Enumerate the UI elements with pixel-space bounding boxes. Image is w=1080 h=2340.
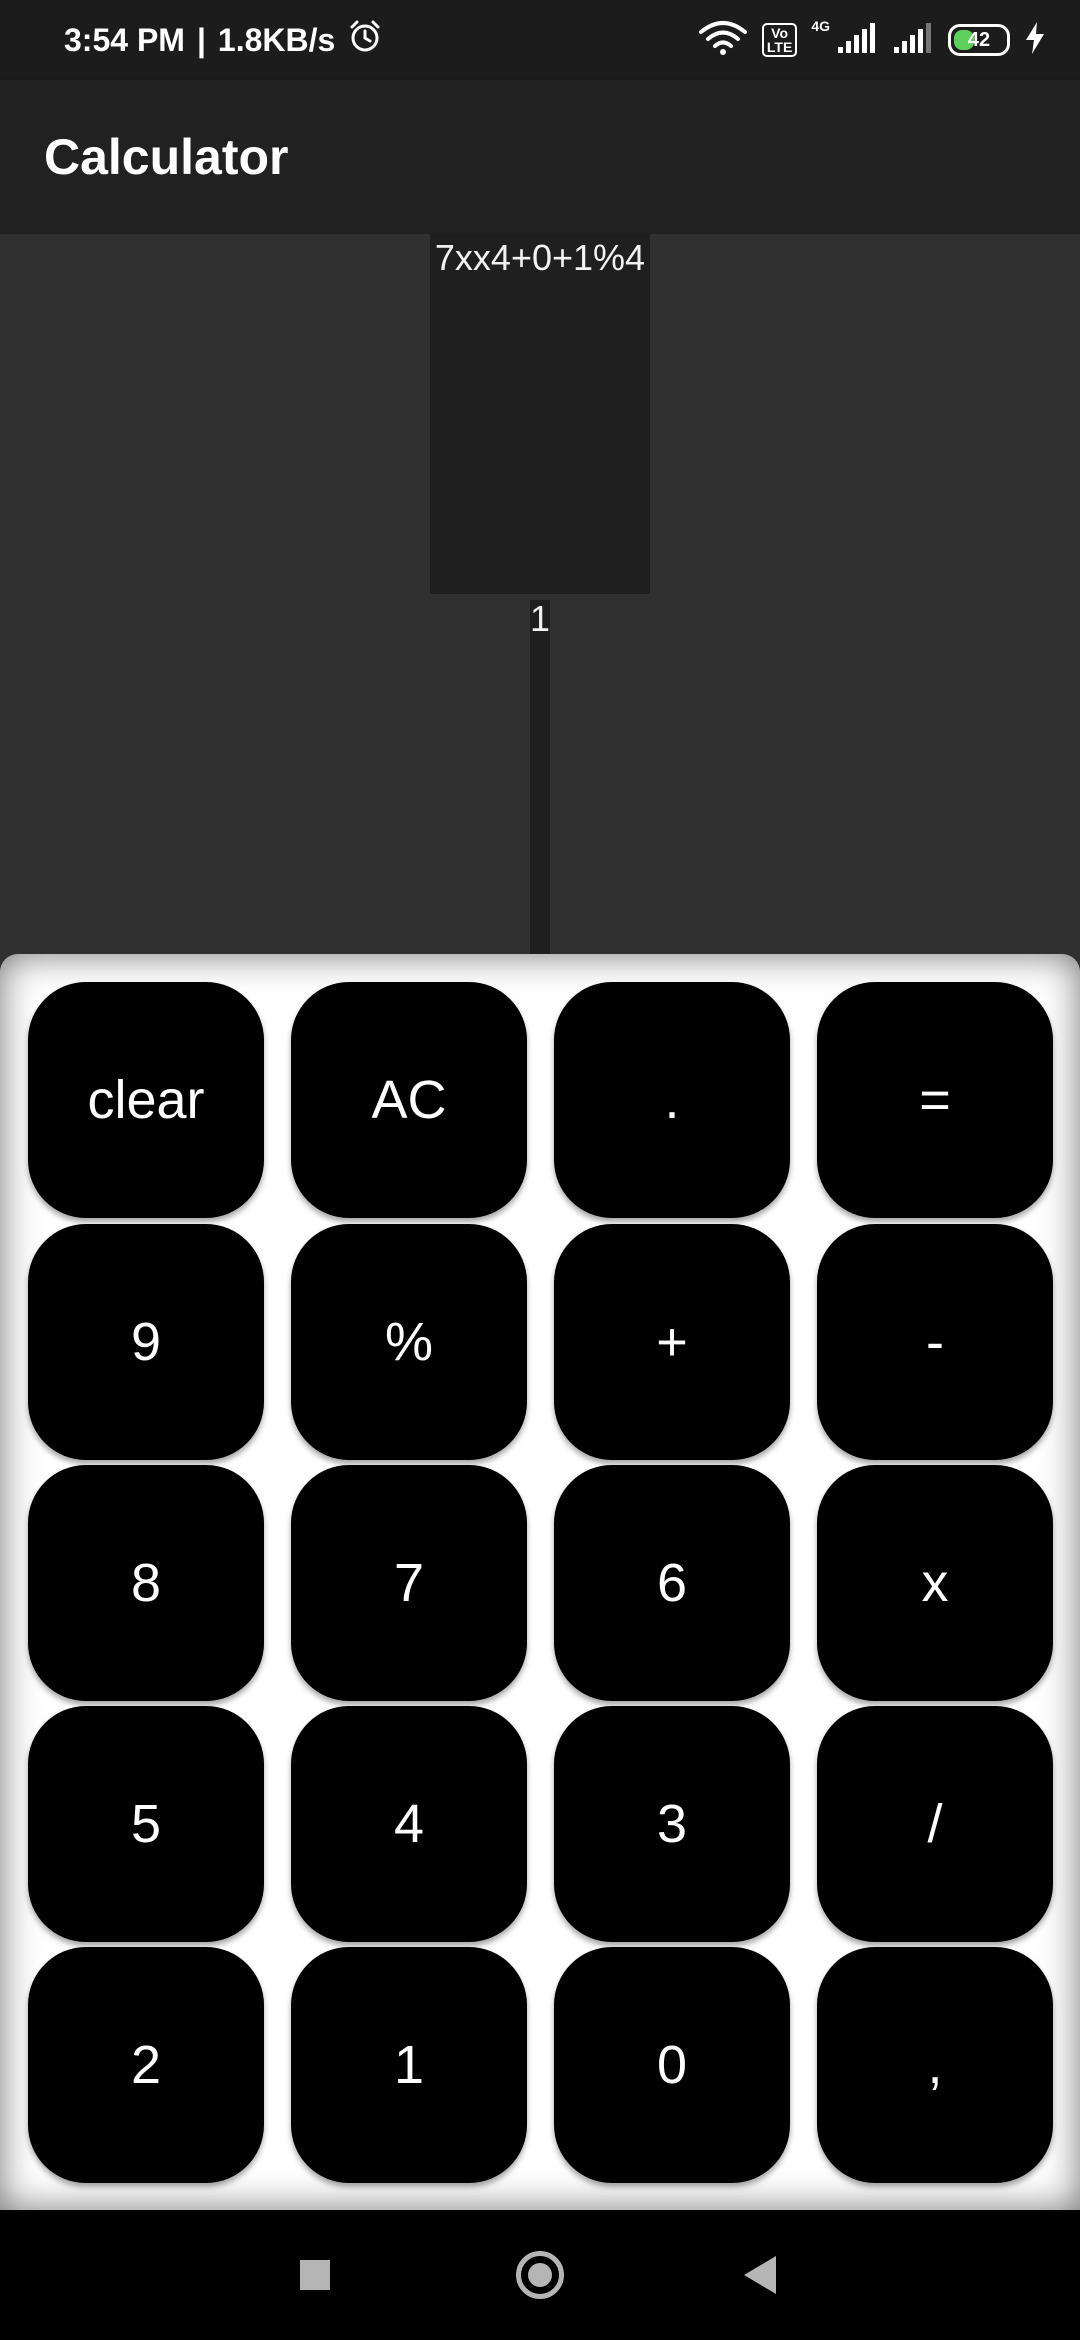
status-left: 3:54 PM | 1.8KB/s bbox=[64, 0, 383, 80]
navigation-bar bbox=[0, 2210, 1080, 2340]
expression-box: 7xx4+0+1%4 bbox=[430, 234, 650, 594]
home-circle-icon[interactable] bbox=[516, 2251, 564, 2299]
key-1[interactable]: 1 bbox=[291, 1947, 527, 2183]
key-2[interactable]: 2 bbox=[28, 1947, 264, 2183]
home-circle-inner bbox=[528, 2263, 552, 2287]
key-comma[interactable]: , bbox=[817, 1947, 1053, 2183]
result-text: 1 bbox=[529, 598, 551, 639]
signal-strength-icon bbox=[836, 21, 878, 60]
key-4[interactable]: 4 bbox=[291, 1706, 527, 1942]
key-plus[interactable]: + bbox=[554, 1224, 790, 1460]
key-divide[interactable]: / bbox=[817, 1706, 1053, 1942]
result-column bbox=[530, 600, 550, 954]
key-0[interactable]: 0 bbox=[554, 1947, 790, 2183]
status-right: Vo LTE 4G 42 bbox=[698, 0, 1046, 80]
key-percent[interactable]: % bbox=[291, 1224, 527, 1460]
wifi-icon bbox=[698, 20, 748, 61]
calculator-display: 7xx4+0+1%4 1 bbox=[0, 234, 1080, 954]
key-7[interactable]: 7 bbox=[291, 1465, 527, 1701]
signal-strength-secondary-icon bbox=[892, 21, 934, 60]
app-bar: Calculator bbox=[0, 80, 1080, 234]
expression-text: 7xx4+0+1%4 bbox=[434, 237, 646, 278]
alarm-icon bbox=[347, 18, 383, 62]
battery-level: 42 bbox=[967, 28, 991, 51]
key-multiply[interactable]: x bbox=[817, 1465, 1053, 1701]
key-6[interactable]: 6 bbox=[554, 1465, 790, 1701]
key-5[interactable]: 5 bbox=[28, 1706, 264, 1942]
status-bar: 3:54 PM | 1.8KB/s Vo LTE 4G 42 bbox=[0, 0, 1080, 80]
recents-square-icon[interactable] bbox=[300, 2260, 330, 2290]
key-minus[interactable]: - bbox=[817, 1224, 1053, 1460]
battery-icon: 42 bbox=[948, 24, 1010, 56]
status-separator: | bbox=[196, 21, 206, 58]
status-time: 3:54 PM bbox=[64, 21, 185, 58]
key-equals[interactable]: = bbox=[817, 982, 1053, 1218]
key-3[interactable]: 3 bbox=[554, 1706, 790, 1942]
key-8[interactable]: 8 bbox=[28, 1465, 264, 1701]
app-title: Calculator bbox=[44, 129, 289, 185]
volte-label-bottom: LTE bbox=[766, 39, 793, 55]
charging-icon bbox=[1024, 21, 1046, 60]
back-triangle-icon[interactable] bbox=[744, 2256, 776, 2294]
key-all-clear[interactable]: AC bbox=[291, 982, 527, 1218]
key-decimal-point[interactable]: . bbox=[554, 982, 790, 1218]
network-type-label: 4G bbox=[811, 18, 830, 34]
volte-icon: Vo LTE bbox=[761, 23, 798, 57]
key-clear[interactable]: clear bbox=[28, 982, 264, 1218]
status-network-speed: 1.8KB/s bbox=[217, 21, 336, 58]
keypad: clear AC . = 9 % + - 8 7 6 x 5 4 3 / 2 1… bbox=[0, 954, 1080, 2210]
key-9[interactable]: 9 bbox=[28, 1224, 264, 1460]
